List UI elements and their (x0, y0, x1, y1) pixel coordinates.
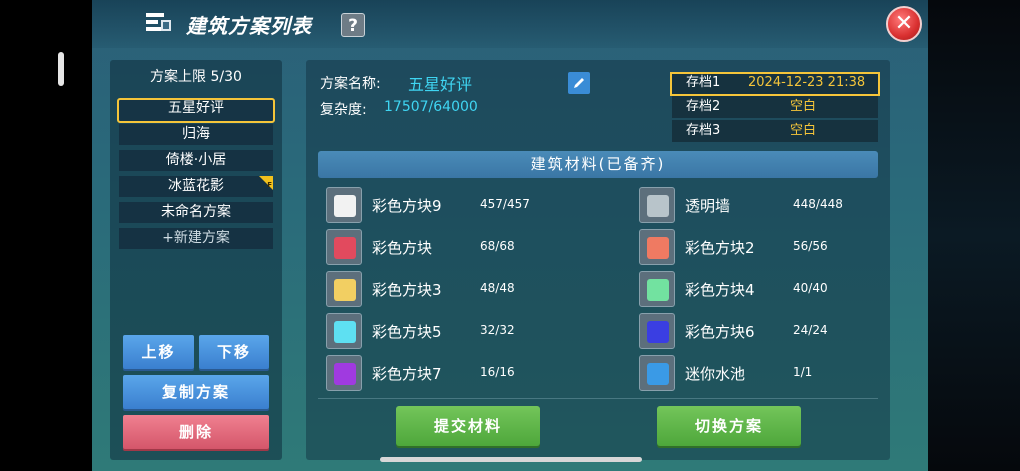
material-icon (326, 229, 362, 265)
material-row: 彩色方块4 40/40 (639, 271, 879, 309)
save-slot-name: 存档2 (686, 99, 721, 114)
material-count: 32/32 (480, 323, 515, 337)
material-count: 1/1 (793, 365, 813, 379)
move-up-button[interactable]: 上移 (123, 335, 194, 369)
material-icon (639, 271, 675, 307)
cube-icon (334, 237, 356, 259)
save-slot-2[interactable]: 存档2 空白 (672, 96, 878, 118)
save-slot-name: 存档1 (686, 75, 721, 90)
complexity-value: 17507/64000 (384, 99, 478, 115)
material-name: 彩色方块3 (372, 281, 442, 299)
cube-icon (647, 321, 669, 343)
material-row: 彩色方块3 48/48 (326, 271, 566, 309)
cube-icon (647, 363, 669, 385)
close-button[interactable]: ✕ (886, 6, 922, 42)
material-count: 56/56 (793, 239, 828, 253)
left-bezel (0, 0, 92, 471)
side-scroll-handle[interactable] (58, 52, 64, 86)
plan-list-item[interactable]: 归海 (119, 124, 273, 145)
save-slot-name: 存档3 (686, 123, 721, 138)
new-plan-button[interactable]: +新建方案 (119, 228, 273, 249)
plan-limit-label: 方案上限 5/30 (150, 69, 242, 85)
material-row: 彩色方块5 32/32 (326, 313, 566, 351)
material-count: 16/16 (480, 365, 515, 379)
copy-plan-button[interactable]: 复制方案 (123, 375, 269, 409)
plan-list-item[interactable]: 五星好评 (117, 98, 275, 123)
plan-list-item[interactable]: 未命名方案 (119, 202, 273, 223)
material-icon (639, 229, 675, 265)
material-icon (326, 187, 362, 223)
material-count: 24/24 (793, 323, 828, 337)
save-slot-1[interactable]: 存档1 2024-12-23 21:38 (670, 72, 880, 96)
cube-icon (334, 279, 356, 301)
switch-plan-button[interactable]: 切换方案 (657, 406, 801, 446)
delete-button[interactable]: 删除 (123, 415, 269, 449)
divider (318, 398, 878, 399)
material-count: 68/68 (480, 239, 515, 253)
save-slot-value: 空白 (790, 99, 817, 114)
cube-icon (647, 195, 669, 217)
material-name: 彩色方块5 (372, 323, 442, 341)
material-icon (326, 355, 362, 391)
material-row: 彩色方块 68/68 (326, 229, 566, 267)
material-row: 彩色方块9 457/457 (326, 187, 566, 225)
material-name: 彩色方块9 (372, 197, 442, 215)
material-row: 彩色方块6 24/24 (639, 313, 879, 351)
window-title: 建筑方案列表 (186, 14, 312, 38)
plan-list-item[interactable]: 冰蓝花影 F (119, 176, 273, 197)
save-slot-3[interactable]: 存档3 空白 (672, 120, 878, 142)
material-row: 迷你水池 1/1 (639, 355, 879, 393)
material-icon (639, 313, 675, 349)
help-button[interactable]: ? (341, 13, 365, 37)
save-slot-value: 空白 (790, 123, 817, 138)
complexity-label: 复杂度: (320, 102, 367, 118)
material-count: 40/40 (793, 281, 828, 295)
material-name: 彩色方块 (372, 239, 433, 257)
plan-list-item[interactable]: 倚楼·小居 (119, 150, 273, 171)
cube-icon (334, 363, 356, 385)
favorite-badge-label: F (267, 181, 272, 189)
cube-icon (334, 321, 356, 343)
cube-icon (334, 195, 356, 217)
material-icon (326, 271, 362, 307)
material-row: 透明墙 448/448 (639, 187, 879, 225)
cube-icon (647, 279, 669, 301)
move-down-button[interactable]: 下移 (199, 335, 269, 369)
material-icon (639, 355, 675, 391)
material-count: 48/48 (480, 281, 515, 295)
save-slot-value: 2024-12-23 21:38 (748, 75, 866, 90)
material-name: 彩色方块7 (372, 365, 442, 383)
pencil-icon (574, 78, 584, 88)
material-count: 457/457 (480, 197, 530, 211)
plan-label: 冰蓝花影 (168, 178, 224, 194)
material-count: 448/448 (793, 197, 843, 211)
material-icon (326, 313, 362, 349)
material-icon (639, 187, 675, 223)
material-name: 透明墙 (685, 197, 731, 215)
material-row: 彩色方块7 16/16 (326, 355, 566, 393)
materials-header: 建筑材料(已备齐) (318, 151, 878, 178)
material-row: 彩色方块2 56/56 (639, 229, 879, 267)
material-name: 彩色方块4 (685, 281, 755, 299)
material-name: 彩色方块2 (685, 239, 755, 257)
plan-name-value: 五星好评 (408, 75, 473, 94)
blueprint-icon (145, 10, 173, 36)
material-name: 迷你水池 (685, 365, 746, 383)
material-name: 彩色方块6 (685, 323, 755, 341)
plan-name-label: 方案名称: (320, 76, 381, 92)
submit-materials-button[interactable]: 提交材料 (396, 406, 540, 446)
cube-icon (647, 237, 669, 259)
home-indicator (380, 457, 642, 462)
right-scene-edge (928, 0, 1020, 471)
edit-name-button[interactable] (568, 72, 590, 94)
